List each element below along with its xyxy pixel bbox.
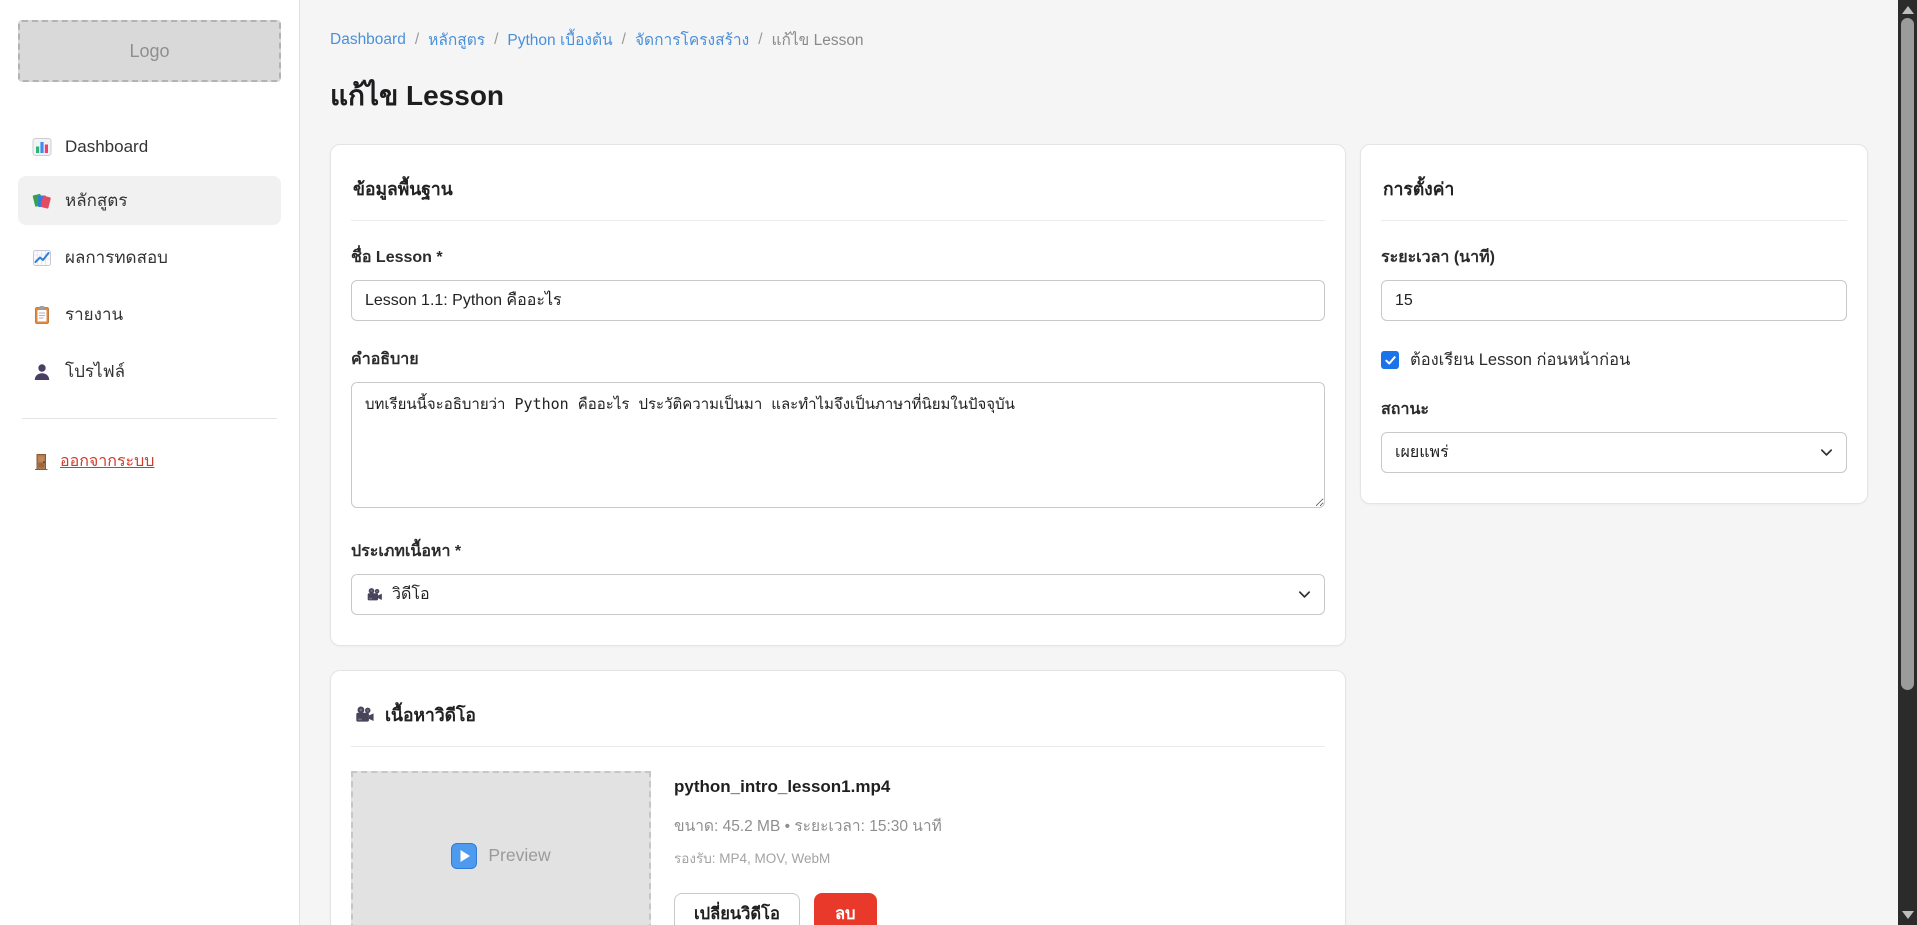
logo-placeholder: Logo: [18, 20, 281, 82]
door-icon: [32, 453, 50, 471]
status-value: เผยแพร่: [1395, 440, 1449, 465]
bar-chart-icon: [32, 137, 52, 157]
sidebar-item-reports[interactable]: รายงาน: [18, 290, 281, 339]
sidebar-item-label: Dashboard: [65, 137, 148, 157]
description-label: คำอธิบาย: [351, 347, 1325, 372]
sidebar-item-test-results[interactable]: ผลการทดสอบ: [18, 233, 281, 282]
video-meta: ขนาด: 45.2 MB • ระยะเวลา: 15:30 นาที: [674, 813, 942, 838]
sidebar-item-label: ผลการทดสอบ: [65, 244, 168, 271]
clipboard-icon: [32, 305, 52, 325]
sidebar-item-label: รายงาน: [65, 301, 123, 328]
breadcrumb-separator: /: [415, 31, 419, 49]
video-content-card-title: เนื้อหาวิดีโอ: [385, 701, 476, 729]
basic-info-card-header: ข้อมูลพื้นฐาน: [351, 165, 1325, 221]
description-field-group: คำอธิบาย บทเรียนนี้จะอธิบายว่า Python คื…: [351, 347, 1325, 513]
status-label: สถานะ: [1381, 397, 1847, 422]
movie-camera-icon: [365, 586, 383, 604]
video-filename: python_intro_lesson1.mp4: [674, 777, 942, 797]
lesson-name-field-group: ชื่อ Lesson *: [351, 245, 1325, 321]
left-column: ข้อมูลพื้นฐาน ชื่อ Lesson * คำอธิบาย บทเ…: [330, 144, 1346, 925]
breadcrumb-link-courses[interactable]: หลักสูตร: [428, 27, 485, 52]
prerequisite-label: ต้องเรียน Lesson ก่อนหน้าก่อน: [1410, 347, 1630, 373]
content-type-select[interactable]: วิดีโอ: [351, 574, 1325, 615]
video-actions: เปลี่ยนวิดีโอ ลบ: [674, 893, 942, 925]
content-type-field-group: ประเภทเนื้อหา *: [351, 539, 1325, 615]
sidebar-item-label: โปรไฟล์: [65, 358, 125, 385]
books-icon: [32, 191, 52, 211]
right-column: การตั้งค่า ระยะเวลา (นาที) ต้องเรียน Les…: [1360, 144, 1868, 504]
breadcrumb-current: แก้ไข Lesson: [772, 27, 864, 52]
sidebar-item-courses[interactable]: หลักสูตร: [18, 176, 281, 225]
basic-info-card: ข้อมูลพื้นฐาน ชื่อ Lesson * คำอธิบาย บทเ…: [330, 144, 1346, 646]
video-supported-formats: รองรับ: MP4, MOV, WebM: [674, 847, 942, 869]
description-textarea[interactable]: บทเรียนนี้จะอธิบายว่า Python คืออะไร ประ…: [351, 382, 1325, 508]
delete-video-button[interactable]: ลบ: [814, 893, 877, 925]
sidebar-divider: [22, 418, 277, 419]
breadcrumb-separator: /: [494, 31, 498, 49]
content-type-value: วิดีโอ: [392, 582, 430, 607]
play-button-icon: [451, 843, 477, 869]
change-video-button[interactable]: เปลี่ยนวิดีโอ: [674, 893, 800, 925]
settings-card: การตั้งค่า ระยะเวลา (นาที) ต้องเรียน Les…: [1360, 144, 1868, 504]
sidebar: Logo Dashboard: [0, 0, 300, 925]
breadcrumb-separator: /: [758, 31, 762, 49]
basic-info-card-title: ข้อมูลพื้นฐาน: [353, 175, 453, 203]
video-content-card-header: เนื้อหาวิดีโอ: [351, 691, 1325, 747]
duration-label: ระยะเวลา (นาที): [1381, 245, 1847, 270]
chevron-down-icon: [1819, 445, 1834, 460]
person-icon: [32, 362, 52, 382]
scrollbar[interactable]: [1898, 0, 1917, 925]
logo-label: Logo: [129, 41, 169, 62]
breadcrumb-link-course-python[interactable]: Python เบื้องต้น: [507, 27, 612, 52]
chevron-down-icon: [1297, 587, 1312, 602]
video-row: Preview python_intro_lesson1.mp4 ขนาด: 4…: [351, 771, 1325, 925]
app-window: Logo Dashboard: [0, 0, 1917, 925]
chart-increasing-icon: [32, 248, 52, 268]
settings-card-header: การตั้งค่า: [1381, 165, 1847, 221]
prerequisite-check-row[interactable]: ต้องเรียน Lesson ก่อนหน้าก่อน: [1381, 347, 1847, 373]
sidebar-item-label: หลักสูตร: [65, 187, 127, 214]
sidebar-item-dashboard[interactable]: Dashboard: [18, 126, 281, 168]
duration-field-group: ระยะเวลา (นาที): [1381, 245, 1847, 321]
video-preview-placeholder[interactable]: Preview: [351, 771, 651, 925]
main-content: Dashboard / หลักสูตร / Python เบื้องต้น …: [300, 0, 1898, 925]
breadcrumb: Dashboard / หลักสูตร / Python เบื้องต้น …: [330, 27, 1868, 52]
scrollbar-up-arrow[interactable]: [1902, 6, 1914, 14]
video-content-card: เนื้อหาวิดีโอ Preview: [330, 670, 1346, 925]
content-type-label: ประเภทเนื้อหา *: [351, 539, 1325, 564]
sidebar-item-profile[interactable]: โปรไฟล์: [18, 347, 281, 396]
settings-card-title: การตั้งค่า: [1383, 175, 1454, 203]
logout-link[interactable]: ออกจากระบบ: [18, 445, 168, 478]
status-field-group: สถานะ เผยแพร่: [1381, 397, 1847, 473]
scrollbar-down-arrow[interactable]: [1902, 911, 1914, 919]
status-select[interactable]: เผยแพร่: [1381, 432, 1847, 473]
content-columns: ข้อมูลพื้นฐาน ชื่อ Lesson * คำอธิบาย บทเ…: [330, 144, 1868, 925]
prerequisite-checkbox[interactable]: [1381, 351, 1399, 369]
lesson-name-input[interactable]: [351, 280, 1325, 321]
scrollbar-thumb[interactable]: [1901, 18, 1914, 690]
lesson-name-label: ชื่อ Lesson *: [351, 245, 1325, 270]
duration-input[interactable]: [1381, 280, 1847, 321]
movie-camera-icon: [353, 704, 375, 726]
breadcrumb-link-manage-structure[interactable]: จัดการโครงสร้าง: [635, 27, 749, 52]
sidebar-nav: Dashboard หลักสูตร: [18, 126, 281, 396]
video-info: python_intro_lesson1.mp4 ขนาด: 45.2 MB •…: [674, 771, 942, 925]
breadcrumb-link-dashboard[interactable]: Dashboard: [330, 31, 406, 49]
video-preview-label: Preview: [488, 845, 550, 866]
page-title: แก้ไข Lesson: [330, 74, 1868, 118]
logout-label: ออกจากระบบ: [60, 449, 154, 474]
breadcrumb-separator: /: [622, 31, 626, 49]
